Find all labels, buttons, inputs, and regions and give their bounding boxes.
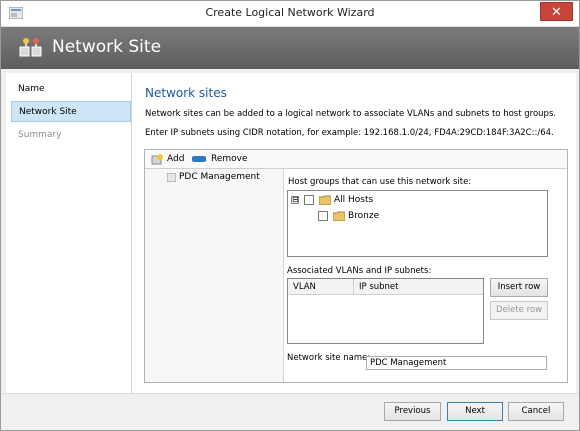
delete-row-button: Delete row <box>490 301 548 320</box>
remove-button[interactable]: Remove <box>211 153 248 166</box>
tree-label-all-hosts: All Hosts <box>334 195 374 205</box>
section-title: Network sites <box>145 86 227 100</box>
sidebar-item-name[interactable]: Name <box>11 79 131 100</box>
cidr-hint-text: Enter IP subnets using CIDR notation, fo… <box>145 128 554 138</box>
add-button[interactable]: Add <box>167 153 184 166</box>
network-site-icon <box>19 38 42 57</box>
sidebar-item-network-site[interactable]: Network Site <box>11 101 131 122</box>
wizard-window: Create Logical Network Wizard ✕ Network … <box>0 0 580 431</box>
insert-row-button[interactable]: Insert row <box>490 278 548 297</box>
host-groups-label: Host groups that can use this network si… <box>288 177 472 187</box>
tree-label-bronze: Bronze <box>348 211 380 221</box>
site-icon <box>167 173 176 182</box>
network-site-list: PDC Management <box>145 169 284 382</box>
bronze-checkbox[interactable] <box>318 211 328 221</box>
grid-header: VLAN IP subnet <box>288 279 483 295</box>
cancel-button[interactable]: Cancel <box>508 402 564 421</box>
column-header-vlan[interactable]: VLAN <box>288 279 354 295</box>
site-name-label: Network site name: <box>287 353 371 363</box>
previous-button[interactable]: Previous <box>384 402 441 421</box>
main-content: Network sites Network sites can be added… <box>132 73 576 393</box>
title-bar[interactable]: Create Logical Network Wizard ✕ <box>1 1 579 27</box>
sidebar-item-summary: Summary <box>18 130 62 140</box>
next-button[interactable]: Next <box>447 402 503 421</box>
collapse-icon[interactable]: ⊟ <box>291 196 299 204</box>
sites-toolbar: Add Remove <box>145 150 567 169</box>
close-button[interactable]: ✕ <box>540 2 573 21</box>
remove-icon[interactable] <box>192 156 206 162</box>
page-title: Network Site <box>52 37 162 57</box>
window-title: Create Logical Network Wizard <box>205 6 375 19</box>
wizard-header: Network Site <box>1 27 579 69</box>
site-name-input[interactable]: PDC Management <box>366 356 547 370</box>
description-text: Network sites can be added to a logical … <box>145 109 557 119</box>
all-hosts-checkbox[interactable] <box>304 195 314 205</box>
tree-row-bronze[interactable]: Bronze <box>291 209 541 224</box>
tree-row-all-hosts[interactable]: ⊟ All Hosts <box>291 193 541 208</box>
column-header-ip-subnet[interactable]: IP subnet <box>354 279 483 295</box>
site-item-label: PDC Management <box>179 172 260 182</box>
folder-icon <box>319 195 331 205</box>
vlan-subnet-grid[interactable]: VLAN IP subnet <box>287 278 484 344</box>
add-icon[interactable] <box>151 153 164 166</box>
host-groups-tree: ⊟ All Hosts Bronze <box>287 190 548 257</box>
wizard-footer: Previous Next Cancel <box>1 393 579 430</box>
vlans-label: Associated VLANs and IP subnets: <box>287 266 432 276</box>
list-item[interactable]: PDC Management <box>145 169 284 186</box>
folder-icon <box>333 211 345 221</box>
wizard-steps-sidebar: Name Network Site Summary <box>6 73 132 393</box>
